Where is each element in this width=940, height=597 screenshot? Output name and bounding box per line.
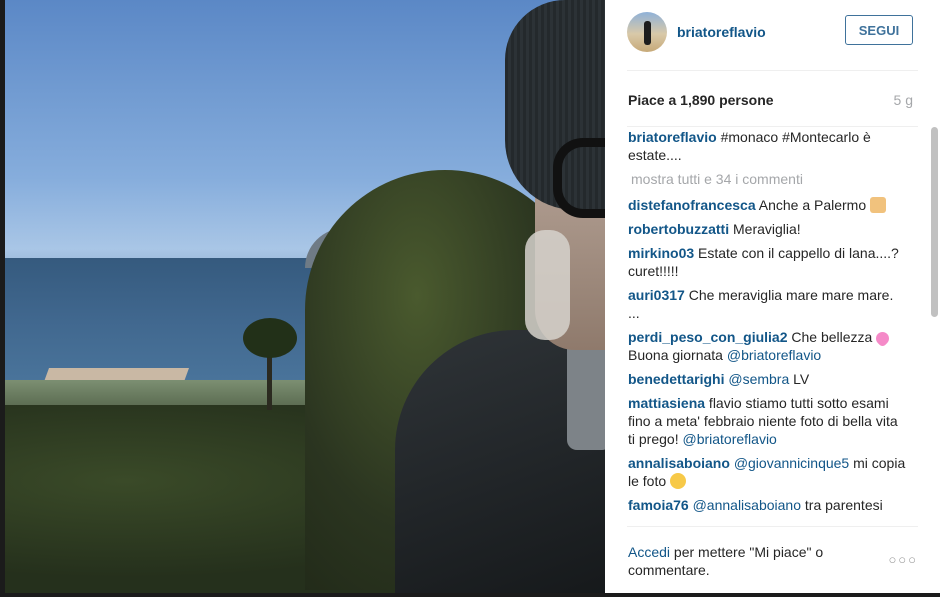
post-time[interactable]: 5 g: [894, 92, 913, 108]
scrollbar-thumb[interactable]: [931, 127, 938, 317]
footer-divider: [627, 526, 918, 527]
palm-trunk: [267, 350, 272, 410]
comment-text: Buona giornata: [628, 347, 727, 363]
thumbs-up-icon: [870, 197, 887, 213]
comment-text: tra parentesi: [801, 497, 883, 513]
post-side-panel: briatoreflavio SEGUI Piace a 1,890 perso…: [605, 0, 940, 593]
comment-user[interactable]: distefanofrancesca: [628, 197, 756, 213]
selfie-person: [385, 0, 605, 593]
login-prompt: Accedi per mettere "Mi piace" o commenta…: [628, 543, 878, 579]
comment-user[interactable]: robertobuzzatti: [628, 221, 729, 237]
comments-list: briatoreflavio #monaco #Montecarlo è est…: [628, 128, 908, 524]
mention-link[interactable]: @sembra: [728, 371, 789, 387]
more-options-icon[interactable]: ○○○: [888, 552, 918, 567]
login-link[interactable]: Accedi: [628, 544, 670, 560]
comment-text: Che bellezza: [787, 329, 877, 345]
follow-button[interactable]: SEGUI: [845, 15, 913, 45]
avatar[interactable]: [627, 12, 667, 52]
comment-text: Anche a Palermo: [755, 197, 871, 213]
comment-text: LV: [789, 371, 810, 387]
comment-item: mirkino03 Estate con il cappello di lana…: [628, 244, 908, 280]
username-link[interactable]: briatoreflavio: [677, 24, 766, 40]
comment-user[interactable]: mirkino03: [628, 245, 694, 261]
mention-link[interactable]: @briatoreflavio: [727, 347, 821, 363]
comment-user[interactable]: mattiasiena: [628, 395, 705, 411]
comment-text: Meraviglia!: [729, 221, 801, 237]
comments-scrollbar[interactable]: [931, 127, 938, 522]
comment-item: annalisaboiano @giovannicinque5 mi copia…: [628, 454, 908, 490]
comment-item: robertobuzzatti Meraviglia!: [628, 220, 908, 238]
hair: [525, 230, 570, 340]
glasses: [553, 138, 605, 218]
likes-divider: [627, 126, 918, 127]
avatar-figure: [644, 21, 651, 45]
comment-user[interactable]: benedettarighi: [628, 371, 724, 387]
comment-item: benedettarighi @sembra LV: [628, 370, 908, 388]
comment-user[interactable]: annalisaboiano: [628, 455, 730, 471]
comment-user[interactable]: perdi_peso_con_giulia2: [628, 329, 788, 345]
caption: briatoreflavio #monaco #Montecarlo è est…: [628, 128, 908, 164]
mention-link[interactable]: @annalisaboiano: [693, 497, 801, 513]
comment-user[interactable]: auri0317: [628, 287, 685, 303]
load-more-comments-link[interactable]: mostra tutti e 34 i commenti: [631, 170, 908, 188]
post-photo[interactable]: [5, 0, 605, 593]
comment-item: auri0317 Che meraviglia mare mare mare. …: [628, 286, 908, 322]
comment-item: distefanofrancesca Anche a Palermo: [628, 196, 908, 214]
comment-item: mattiasiena flavio stiamo tutti sotto es…: [628, 394, 908, 448]
post-header: briatoreflavio SEGUI: [605, 0, 940, 70]
comment-item: famoia76 @annalisaboiano tra parentesi: [628, 496, 908, 514]
caption-user[interactable]: briatoreflavio: [628, 129, 717, 145]
mention-link[interactable]: @briatoreflavio: [682, 431, 776, 447]
sparkling-heart-icon: [873, 329, 892, 348]
header-divider: [627, 70, 918, 71]
comment-item: perdi_peso_con_giulia2 Che bellezza Buon…: [628, 328, 908, 364]
palm-tree: [243, 318, 297, 358]
mention-link[interactable]: @giovannicinque5: [734, 455, 849, 471]
laughing-tears-icon: [670, 473, 687, 489]
comment-user[interactable]: famoia76: [628, 497, 689, 513]
likes-count[interactable]: Piace a 1,890 persone: [628, 92, 774, 108]
